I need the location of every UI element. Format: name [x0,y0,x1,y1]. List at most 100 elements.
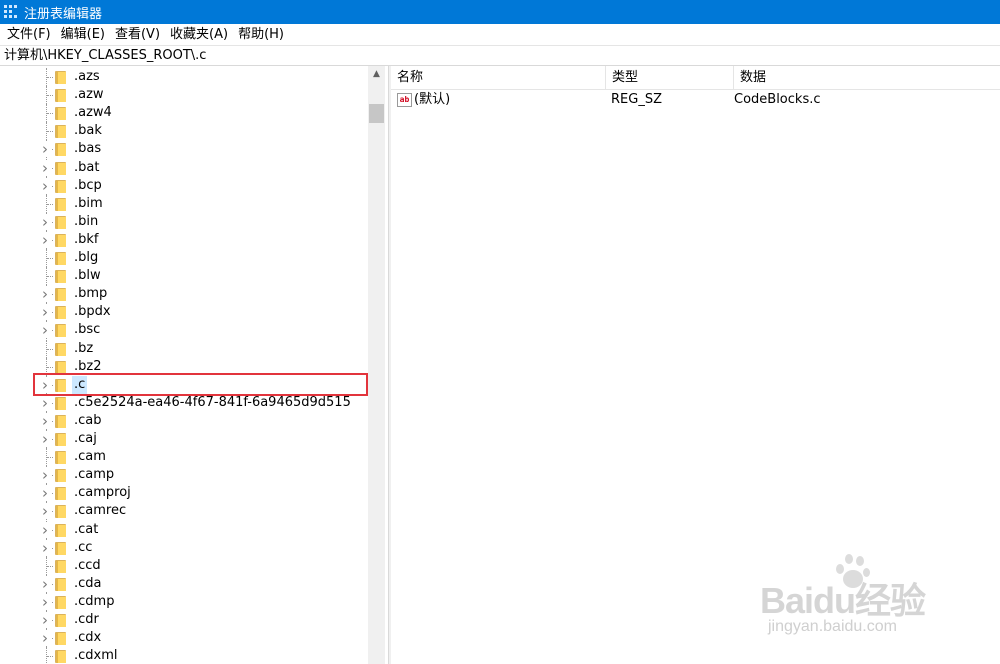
tree-item[interactable]: › .cda [0,574,368,593]
string-value-icon: ab [397,93,412,107]
tree-item[interactable]: › .c5e2524a-ea46-4f67-841f-6a9465d9d515 [0,393,368,412]
tree-connector-line [47,203,53,205]
tree-item[interactable]: › .camproj [0,484,368,503]
value-row[interactable]: ab (默认) REG_SZ CodeBlocks.c [391,90,1000,110]
chevron-right-icon[interactable]: › [38,503,52,520]
chevron-right-icon[interactable]: › [38,630,52,647]
tree-item[interactable]: › .bkf [0,230,368,249]
menu-favorites[interactable]: 收藏夹(A) [165,24,233,45]
chevron-right-icon[interactable]: › [38,575,52,592]
tree-vertical-scrollbar[interactable]: ▲ [368,66,385,664]
chevron-right-icon[interactable]: › [38,159,52,176]
scroll-up-arrow-icon[interactable]: ▲ [368,66,385,83]
chevron-right-icon[interactable]: › [38,177,52,194]
menu-file[interactable]: 文件(F) [2,24,56,45]
chevron-right-icon[interactable]: › [38,612,52,628]
chevron-right-icon[interactable]: › [38,521,52,538]
folder-icon [55,378,66,392]
key-tree-pane[interactable]: .azs .azw .azw4 .bak › .bas › .bat › .bcp .bim › .bi… [0,66,388,664]
registry-app-icon [4,5,18,19]
tree-item-label: .azs [74,69,100,84]
column-header-type[interactable]: 类型 [606,66,734,90]
column-header-data[interactable]: 数据 [734,66,1000,90]
folder-icon [55,270,66,284]
folder-icon [55,125,66,139]
chevron-right-icon[interactable]: › [38,485,52,502]
folder-icon [55,577,66,591]
chevron-right-icon[interactable]: › [38,431,52,447]
chevron-right-icon[interactable]: › [38,394,52,411]
folder-icon [55,71,66,84]
tree-item[interactable]: › .camp [0,466,368,485]
tree-item[interactable]: › .cdmp [0,592,368,611]
column-headers: 名称 类型 数据 [391,66,1000,90]
folder-icon [55,324,66,338]
chevron-right-icon[interactable]: › [38,286,52,303]
tree-item[interactable]: .bim [0,194,368,213]
tree-item[interactable]: › .bat [0,158,368,177]
column-header-name[interactable]: 名称 [391,66,606,90]
chevron-right-icon[interactable]: › [38,539,52,556]
chevron-right-icon[interactable]: › [38,322,52,339]
scroll-thumb[interactable] [369,104,384,123]
chevron-right-icon[interactable]: › [38,141,52,158]
chevron-right-icon[interactable]: › [38,593,52,610]
tree-item[interactable]: .bz [0,339,368,358]
chevron-right-icon[interactable]: › [38,467,52,484]
value-type: REG_SZ [611,92,662,107]
tree-item-label: .azw [74,87,104,103]
tree-item[interactable]: › .c [0,375,368,394]
value-data: CodeBlocks.c [734,92,821,107]
tree-item[interactable]: › .bcp [0,176,368,195]
tree-item[interactable]: › .cat [0,520,368,539]
tree-item[interactable]: › .cc [0,538,368,557]
tree-item[interactable]: .cdxml [0,647,368,664]
values-pane[interactable]: 名称 类型 数据 ab (默认) REG_SZ CodeBlocks.c [391,66,1000,664]
tree-item[interactable]: .azw [0,86,368,105]
tree-item[interactable]: › .caj [0,430,368,448]
menu-edit[interactable]: 编辑(E) [56,24,110,45]
tree-item[interactable]: .ccd [0,556,368,575]
chevron-right-icon[interactable]: › [38,376,52,393]
tree-item[interactable]: .blw [0,267,368,286]
folder-icon [55,451,66,465]
tree-item[interactable]: › .camrec [0,502,368,521]
value-name: (默认) [414,92,451,107]
folder-icon [55,197,66,211]
tree-item-label: .camp [74,467,115,483]
tree-item[interactable]: › .cab [0,411,368,430]
menu-view[interactable]: 查看(V) [110,24,165,45]
tree-item-label: .cdxml [74,648,118,664]
chevron-right-icon[interactable]: › [38,213,52,230]
chevron-right-icon[interactable]: › [38,412,52,429]
tree-item-label: .c [72,375,88,394]
address-bar[interactable]: 计算机\HKEY_CLASSES_ROOT\.c [0,45,1000,66]
tree-item[interactable]: › .cdx [0,629,368,648]
tree-item-label: .cdx [74,630,102,646]
folder-icon [55,306,66,320]
folder-icon [55,433,66,446]
tree-item[interactable]: .cam [0,448,368,467]
tree-item[interactable]: .azw4 [0,104,368,123]
tree-item[interactable]: › .bsc [0,321,368,340]
tree-item[interactable]: .bz2 [0,357,368,376]
folder-icon [55,179,66,193]
folder-icon [55,487,66,501]
tree-item[interactable]: .blg [0,249,368,267]
tree-item-label: .bim [74,195,103,211]
chevron-right-icon[interactable]: › [38,304,52,321]
chevron-right-icon[interactable]: › [38,231,52,248]
folder-icon [55,650,66,664]
tree-item[interactable]: › .bas [0,140,368,159]
tree-item[interactable]: › .cdr [0,611,368,629]
tree-item[interactable]: › .bmp [0,285,368,304]
menu-bar: 文件(F) 编辑(E) 查看(V) 收藏夹(A) 帮助(H) [0,24,1000,45]
folder-icon [55,614,66,627]
folder-icon [55,143,66,157]
tree-item[interactable]: › .bpdx [0,303,368,322]
tree-item[interactable]: .azs [0,68,368,86]
menu-help[interactable]: 帮助(H) [233,24,289,45]
tree-connector-line [47,457,53,459]
tree-item[interactable]: .bak [0,122,368,141]
tree-item[interactable]: › .bin [0,212,368,231]
